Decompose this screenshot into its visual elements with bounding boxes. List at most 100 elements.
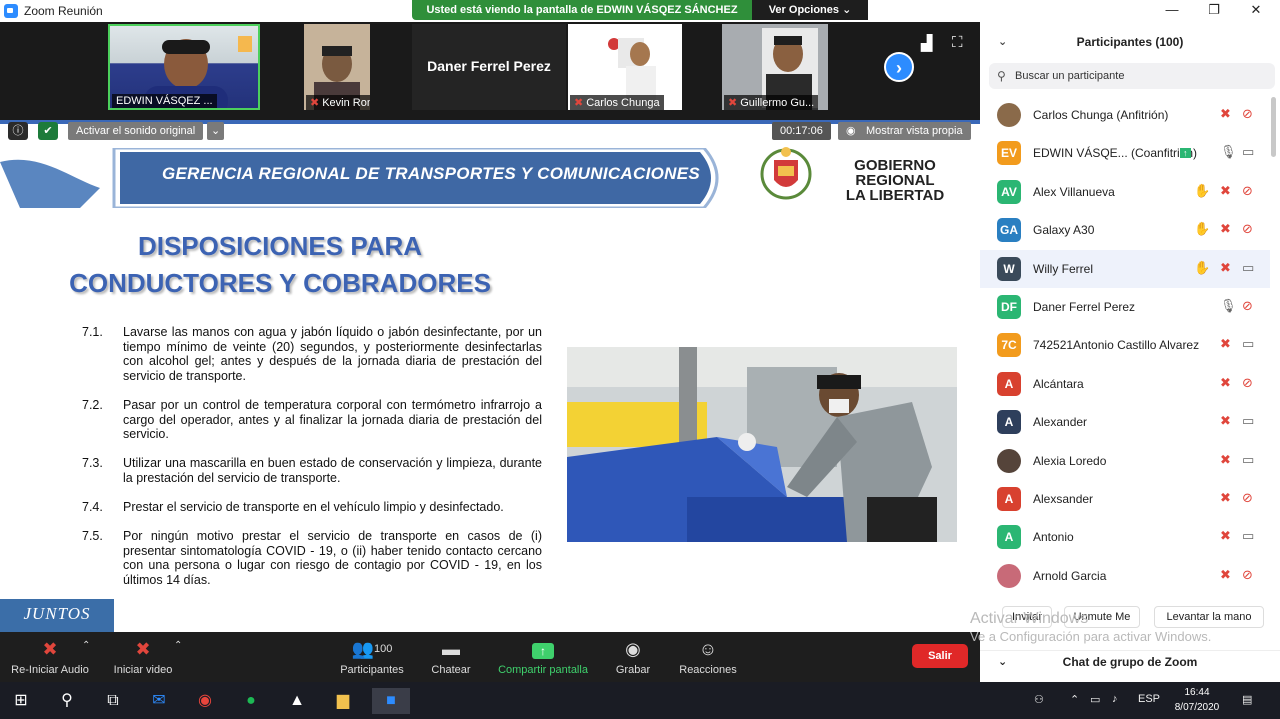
camera-off-icon[interactable]: ⊘ bbox=[1242, 106, 1253, 122]
camera-icon[interactable]: ▭ bbox=[1242, 452, 1254, 468]
participant-row[interactable]: A Alexsander ✖ ⊘ bbox=[980, 480, 1270, 518]
restore-button[interactable]: ❐ bbox=[1193, 0, 1235, 22]
participant-row[interactable]: Alexia Loredo ✖ ▭ bbox=[980, 442, 1270, 480]
gobierno-regional-text: GOBIERNO REGIONAL LA LIBERTAD bbox=[845, 157, 945, 204]
original-sound-button[interactable]: Activar el sonido original bbox=[68, 122, 204, 140]
camera-off-icon[interactable]: ⊘ bbox=[1242, 490, 1253, 506]
minimize-button[interactable]: — bbox=[1151, 0, 1193, 22]
camera-off-icon[interactable]: ⊘ bbox=[1242, 298, 1253, 314]
participant-name: Alcántara bbox=[1033, 376, 1084, 391]
show-self-view-button[interactable]: ◉ Mostrar vista propia bbox=[838, 122, 971, 140]
mic-muted-icon[interactable]: ✖ bbox=[1220, 413, 1231, 429]
info-icon[interactable]: ⓘ bbox=[8, 122, 28, 140]
group-chat-header[interactable]: ⌄ Chat de grupo de Zoom bbox=[980, 650, 1280, 682]
search-icon[interactable]: ⚲ bbox=[54, 688, 80, 714]
participant-row[interactable]: AV Alex Villanueva ✋ ✖ ⊘ bbox=[980, 173, 1270, 211]
mail-icon[interactable]: ✉ bbox=[146, 688, 172, 714]
video-tile-carlos[interactable]: ✖ Carlos Chunga bbox=[568, 24, 682, 110]
mic-icon[interactable]: 🎙 bbox=[1220, 144, 1237, 160]
camera-icon[interactable]: ▭ bbox=[1242, 260, 1254, 276]
video-tile-edwin[interactable]: EDWIN VÁSQEZ ... bbox=[108, 24, 260, 110]
camera-icon[interactable]: ▭ bbox=[1242, 144, 1254, 160]
camera-off-icon[interactable]: ⊘ bbox=[1242, 375, 1253, 391]
view-layout-icon[interactable]: ▟ bbox=[921, 34, 933, 52]
video-tile-daner[interactable]: Daner Ferrel Perez bbox=[412, 24, 566, 110]
fullscreen-icon[interactable]: ⛶ bbox=[952, 34, 963, 51]
share-screen-button[interactable]: ↑ Compartir pantalla bbox=[494, 638, 592, 676]
participant-row[interactable]: EV EDWIN VÁSQE... (Coanfitrión) ↑ 🎙 ▭ bbox=[980, 134, 1270, 172]
chat-button[interactable]: ▬ Chatear bbox=[428, 638, 474, 676]
task-view-icon[interactable]: ⧉ bbox=[100, 688, 126, 714]
participant-row[interactable]: DF Daner Ferrel Perez 🎙 ⊘ bbox=[980, 288, 1270, 326]
view-options-button[interactable]: Ver Opciones ⌄ bbox=[752, 0, 868, 20]
shield-icon[interactable]: ✔ bbox=[38, 122, 58, 140]
zoom-taskbar-icon[interactable]: ■ bbox=[372, 688, 410, 714]
mic-muted-icon[interactable]: ✖ bbox=[1220, 452, 1231, 468]
participants-header: ⌄ Participantes (100) bbox=[980, 22, 1280, 62]
camera-icon[interactable]: ▭ bbox=[1242, 528, 1254, 544]
video-tile-kevin[interactable]: ✖Kevin Ronald... bbox=[304, 24, 370, 110]
leave-button[interactable]: Salir bbox=[912, 644, 968, 668]
camera-off-icon[interactable]: ⊘ bbox=[1242, 567, 1253, 583]
reactions-button[interactable]: ☺ Reacciones bbox=[676, 638, 740, 676]
collapse-chevron-icon[interactable]: ⌄ bbox=[998, 22, 1007, 62]
next-page-button[interactable]: › bbox=[884, 52, 914, 82]
video-tile-guillermo[interactable]: ✖ Guillermo Gu... bbox=[722, 24, 828, 110]
windows-taskbar: ⊞ ⚲ ⧉ ✉ ◉ ● ▲ ▆ ■ ⚇ ⌃ ▭ ♪ ESP 16:44 8/07/… bbox=[0, 682, 1280, 719]
mic-muted-icon[interactable]: ✖ bbox=[1220, 528, 1231, 544]
camera-icon[interactable]: ▭ bbox=[1242, 413, 1254, 429]
participant-avatar: A bbox=[997, 486, 1021, 511]
participant-name: Antonio bbox=[1033, 530, 1074, 545]
notifications-icon[interactable]: ▤ bbox=[1242, 693, 1252, 706]
close-button[interactable]: ✕ bbox=[1235, 0, 1277, 22]
windows-start-icon[interactable]: ⊞ bbox=[8, 688, 34, 714]
participant-row[interactable]: Arnold Garcia ✖ ⊘ bbox=[980, 557, 1270, 592]
participant-avatar: DF bbox=[997, 294, 1021, 319]
battery-icon[interactable]: ▭ bbox=[1090, 693, 1100, 706]
slide-title: DISPOSICIONES PARA CONDUCTORES Y COBRADOR… bbox=[69, 231, 491, 298]
audio-button[interactable]: ✖ Re-Iniciar Audio bbox=[8, 638, 92, 676]
disposition-item: 7.1. Lavarse las manos con agua y jabón l… bbox=[82, 325, 542, 383]
input-language[interactable]: ESP bbox=[1138, 693, 1160, 705]
record-button[interactable]: ◉ Grabar bbox=[608, 638, 658, 676]
tray-chevron-icon[interactable]: ⌃ bbox=[1070, 693, 1079, 706]
participant-row[interactable]: 7C 742521Antonio Castillo Alvarez ✖ ▭ bbox=[980, 326, 1270, 364]
participant-name: 742521Antonio Castillo Alvarez bbox=[1033, 338, 1200, 353]
taskbar-clock[interactable]: 16:44 8/07/2020 bbox=[1168, 685, 1226, 715]
camera-icon[interactable]: ▭ bbox=[1242, 336, 1254, 352]
mic-muted-icon[interactable]: ✖ bbox=[1220, 183, 1231, 199]
participant-name: Alexsander bbox=[1033, 491, 1094, 506]
participant-row[interactable]: A Alexander ✖ ▭ bbox=[980, 403, 1270, 441]
participant-row[interactable]: Carlos Chunga (Anfitrión) ✖ ⊘ bbox=[980, 96, 1270, 134]
spotify-icon[interactable]: ● bbox=[238, 688, 264, 714]
participant-row[interactable]: A Antonio ✖ ▭ bbox=[980, 518, 1270, 556]
video-button[interactable]: ✖ Iniciar video bbox=[108, 638, 178, 676]
mic-muted-icon[interactable]: ✖ bbox=[1220, 221, 1231, 237]
participant-avatar: A bbox=[997, 525, 1021, 550]
chevron-down-icon[interactable]: ⌄ bbox=[207, 122, 225, 140]
chat-collapse-chevron-icon[interactable]: ⌄ bbox=[998, 651, 1007, 673]
participant-row[interactable]: A Alcántara ✖ ⊘ bbox=[980, 365, 1270, 403]
participant-row[interactable]: GA Galaxy A30 ✋ ✖ ⊘ bbox=[980, 211, 1270, 249]
participant-avatar bbox=[997, 103, 1021, 127]
mic-muted-icon[interactable]: ✖ bbox=[1220, 336, 1231, 352]
volume-icon[interactable]: ♪ bbox=[1112, 693, 1118, 705]
audio-options-chevron-icon[interactable]: ⌃ bbox=[82, 640, 90, 651]
file-explorer-icon[interactable]: ▆ bbox=[330, 688, 356, 714]
mic-icon[interactable]: 🎙 bbox=[1220, 298, 1237, 314]
mic-muted-icon[interactable]: ✖ bbox=[1220, 106, 1231, 122]
photos-icon[interactable]: ▲ bbox=[284, 688, 310, 714]
video-options-chevron-icon[interactable]: ⌃ bbox=[174, 640, 182, 651]
chrome-icon[interactable]: ◉ bbox=[192, 688, 218, 714]
camera-off-icon[interactable]: ⊘ bbox=[1242, 183, 1253, 199]
mic-muted-icon[interactable]: ✖ bbox=[1220, 260, 1231, 276]
participant-search-input[interactable]: ⚲ Buscar un participante bbox=[989, 63, 1275, 89]
people-icon[interactable]: ⚇ bbox=[1034, 693, 1044, 706]
mic-muted-icon[interactable]: ✖ bbox=[1220, 375, 1231, 391]
mic-muted-icon[interactable]: ✖ bbox=[1220, 490, 1231, 506]
mic-muted-icon[interactable]: ✖ bbox=[1220, 567, 1231, 583]
participants-button[interactable]: 👥100 Participantes bbox=[336, 638, 408, 676]
participant-row[interactable]: W Willy Ferrel ✋ ✖ ▭ bbox=[980, 249, 1270, 288]
camera-off-icon[interactable]: ⊘ bbox=[1242, 221, 1253, 237]
participant-list-scrollbar[interactable] bbox=[1271, 97, 1276, 157]
